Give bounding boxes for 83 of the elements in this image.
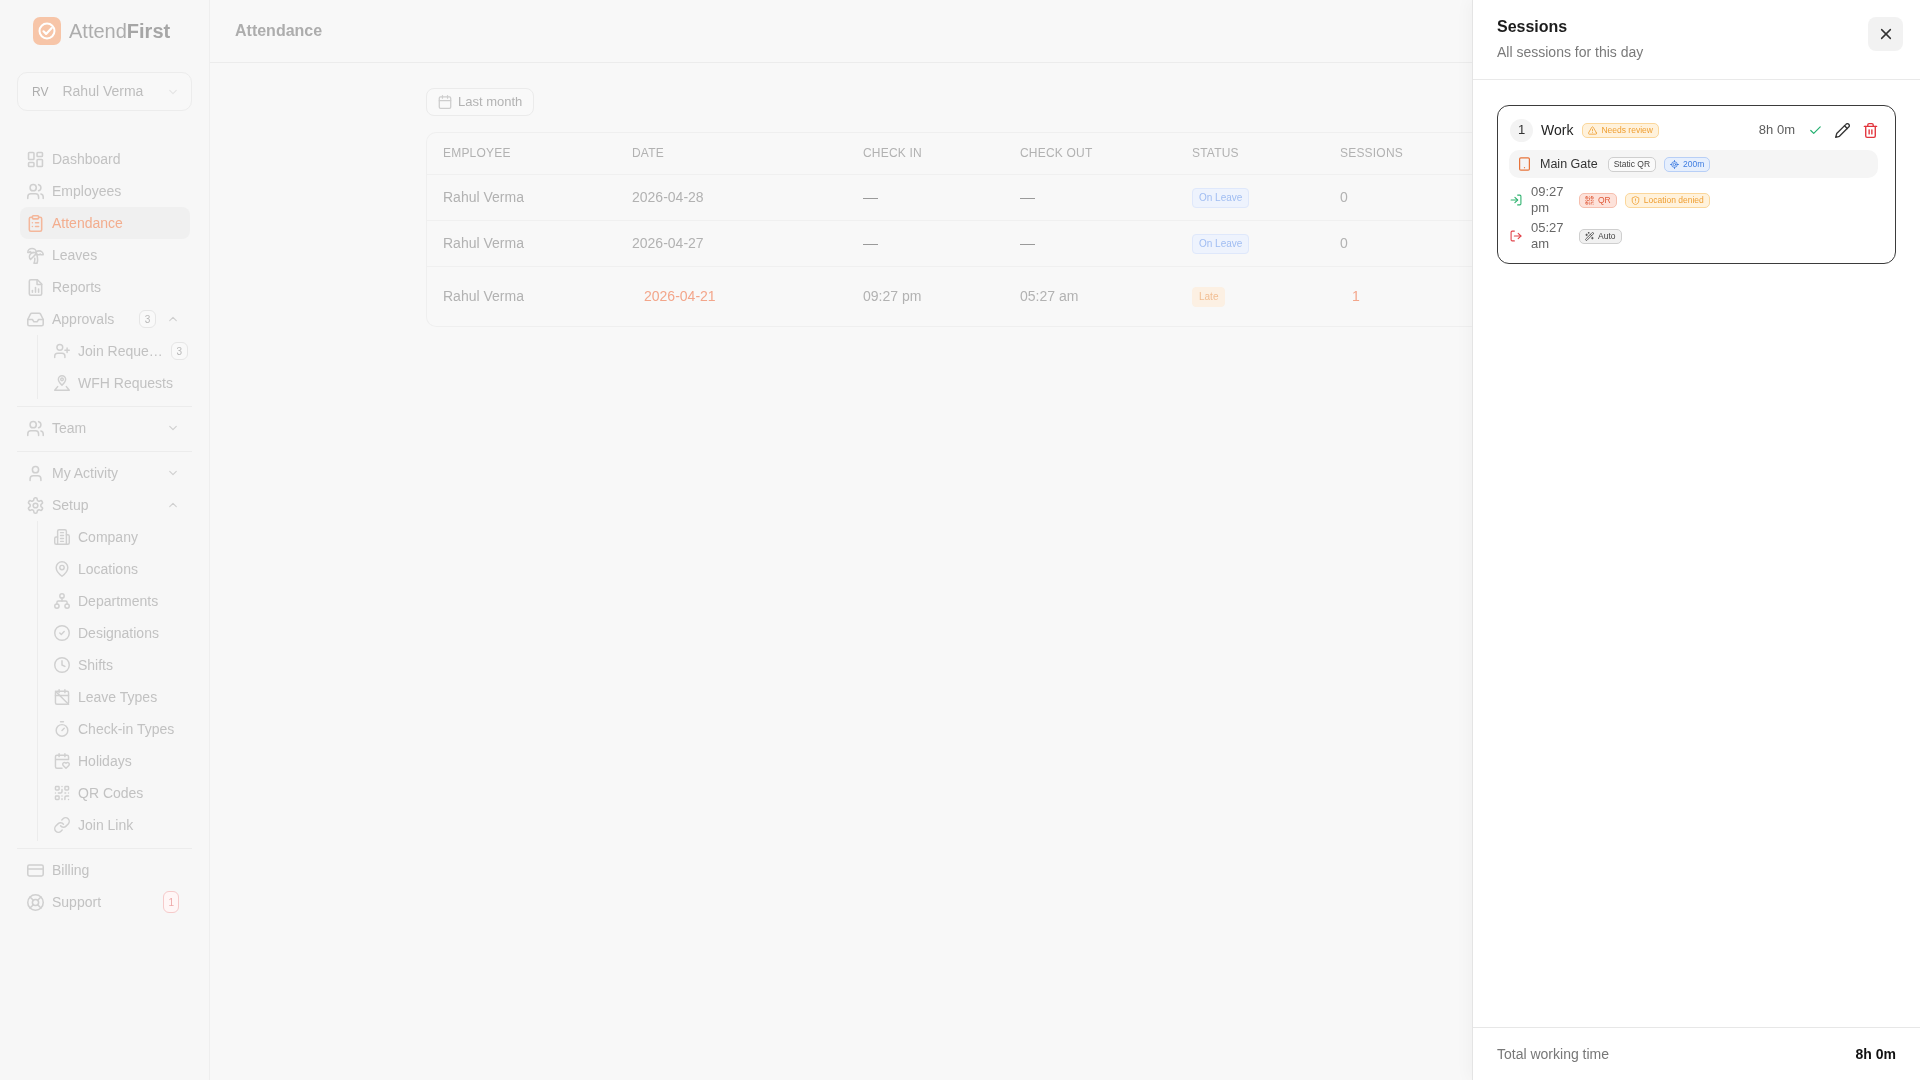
log-in-icon <box>1510 194 1522 206</box>
total-value: 8h 0m <box>1855 1044 1896 1064</box>
status-badge: On Leave <box>1192 234 1250 254</box>
settings-icon <box>27 496 44 514</box>
trash-icon[interactable] <box>1863 122 1878 138</box>
total-label: Total working time <box>1497 1044 1610 1064</box>
nav-item[interactable]: Attendance <box>20 207 190 239</box>
brand-name: AttendFirst <box>69 21 171 41</box>
table-cell: 2026-04-27 <box>616 220 847 266</box>
sessions-link[interactable]: 1 <box>1340 279 1372 313</box>
tag-text: QR <box>1598 195 1611 205</box>
table-cell: 09:27 pm <box>847 266 1004 326</box>
panel-title: Sessions <box>1497 17 1569 37</box>
date-link[interactable]: 2026-04-21 <box>632 279 728 313</box>
logo-icon <box>33 17 61 45</box>
hierarchy-icon <box>54 593 70 609</box>
check-circle-icon <box>54 625 70 641</box>
user-plus-icon <box>54 343 70 359</box>
link-icon <box>54 817 70 833</box>
count-badge: 3 <box>139 310 156 328</box>
count-badge: 3 <box>170 342 188 360</box>
table-cell: 2026-04-28 <box>616 174 847 220</box>
event-time: 05:27 am <box>1531 220 1565 252</box>
map-pin-icon <box>54 561 70 577</box>
calendar-heart-icon <box>54 753 70 769</box>
palm-tree-icon <box>27 246 44 264</box>
user-initials: RV <box>32 83 49 101</box>
panel-subtitle: All sessions for this day <box>1497 43 1644 61</box>
tablet-icon <box>1519 157 1530 171</box>
log-out-icon <box>1510 230 1522 242</box>
status-badge: On Leave <box>1192 188 1250 208</box>
shield-alert-icon <box>1630 195 1640 205</box>
clock-icon <box>54 657 70 673</box>
column-header: STATUS <box>1176 133 1324 174</box>
table-cell: — <box>847 174 1004 220</box>
location-pin-icon <box>54 375 70 391</box>
stopwatch-icon <box>54 721 70 737</box>
table-cell: — <box>1004 174 1176 220</box>
column-header: CHECK IN <box>847 133 1004 174</box>
qr-code-icon <box>1585 195 1594 205</box>
table-cell: Rahul Verma <box>427 220 616 266</box>
event-time: 09:27 pm <box>1531 184 1565 216</box>
column-header: CHECK OUT <box>1004 133 1176 174</box>
credit-card-icon <box>27 861 44 879</box>
table-cell: — <box>847 220 1004 266</box>
warning-icon <box>1588 125 1598 135</box>
target-icon <box>1670 159 1680 169</box>
users-icon <box>27 419 44 437</box>
calendar-off-icon <box>54 689 70 705</box>
method-tag: Static QR <box>1607 156 1657 172</box>
users-icon <box>27 182 44 200</box>
grid-icon <box>27 150 44 168</box>
inbox-icon <box>27 310 44 328</box>
table-cell: — <box>1004 220 1176 266</box>
location-name: Main Gate <box>1540 155 1598 173</box>
pencil-icon[interactable] <box>1835 122 1850 138</box>
tag-text: 200m <box>1683 159 1705 169</box>
file-chart-icon <box>27 278 44 296</box>
close-button[interactable] <box>1868 17 1903 51</box>
session-number: 1 <box>1510 118 1533 142</box>
life-buoy-icon <box>27 893 44 911</box>
table-cell: 05:27 am <box>1004 266 1176 326</box>
page-title: Attendance <box>235 21 323 41</box>
session-type: Work <box>1541 120 1574 140</box>
tag-text: Location denied <box>1643 195 1704 205</box>
date-range-button[interactable]: Last month <box>426 88 535 116</box>
user-icon <box>27 464 44 482</box>
check-icon[interactable] <box>1809 123 1822 137</box>
column-header: EMPLOYEE <box>427 133 616 174</box>
user-switcher[interactable]: RV Rahul Verma <box>17 72 192 111</box>
calendar-icon <box>438 95 452 109</box>
qr-code-icon <box>54 785 70 801</box>
table-cell: Rahul Verma <box>427 266 616 326</box>
status-badge: Late <box>1192 287 1226 308</box>
count-badge: 1 <box>163 891 179 913</box>
building-icon <box>54 529 70 545</box>
magic-wand-icon <box>1585 231 1594 241</box>
column-header: DATE <box>616 133 847 174</box>
tag-text: Auto <box>1598 231 1616 241</box>
tag-text: Needs review <box>1601 125 1653 135</box>
clipboard-icon <box>27 214 44 232</box>
table-cell: Rahul Verma <box>427 174 616 220</box>
session-duration: 8h 0m <box>1758 121 1795 140</box>
